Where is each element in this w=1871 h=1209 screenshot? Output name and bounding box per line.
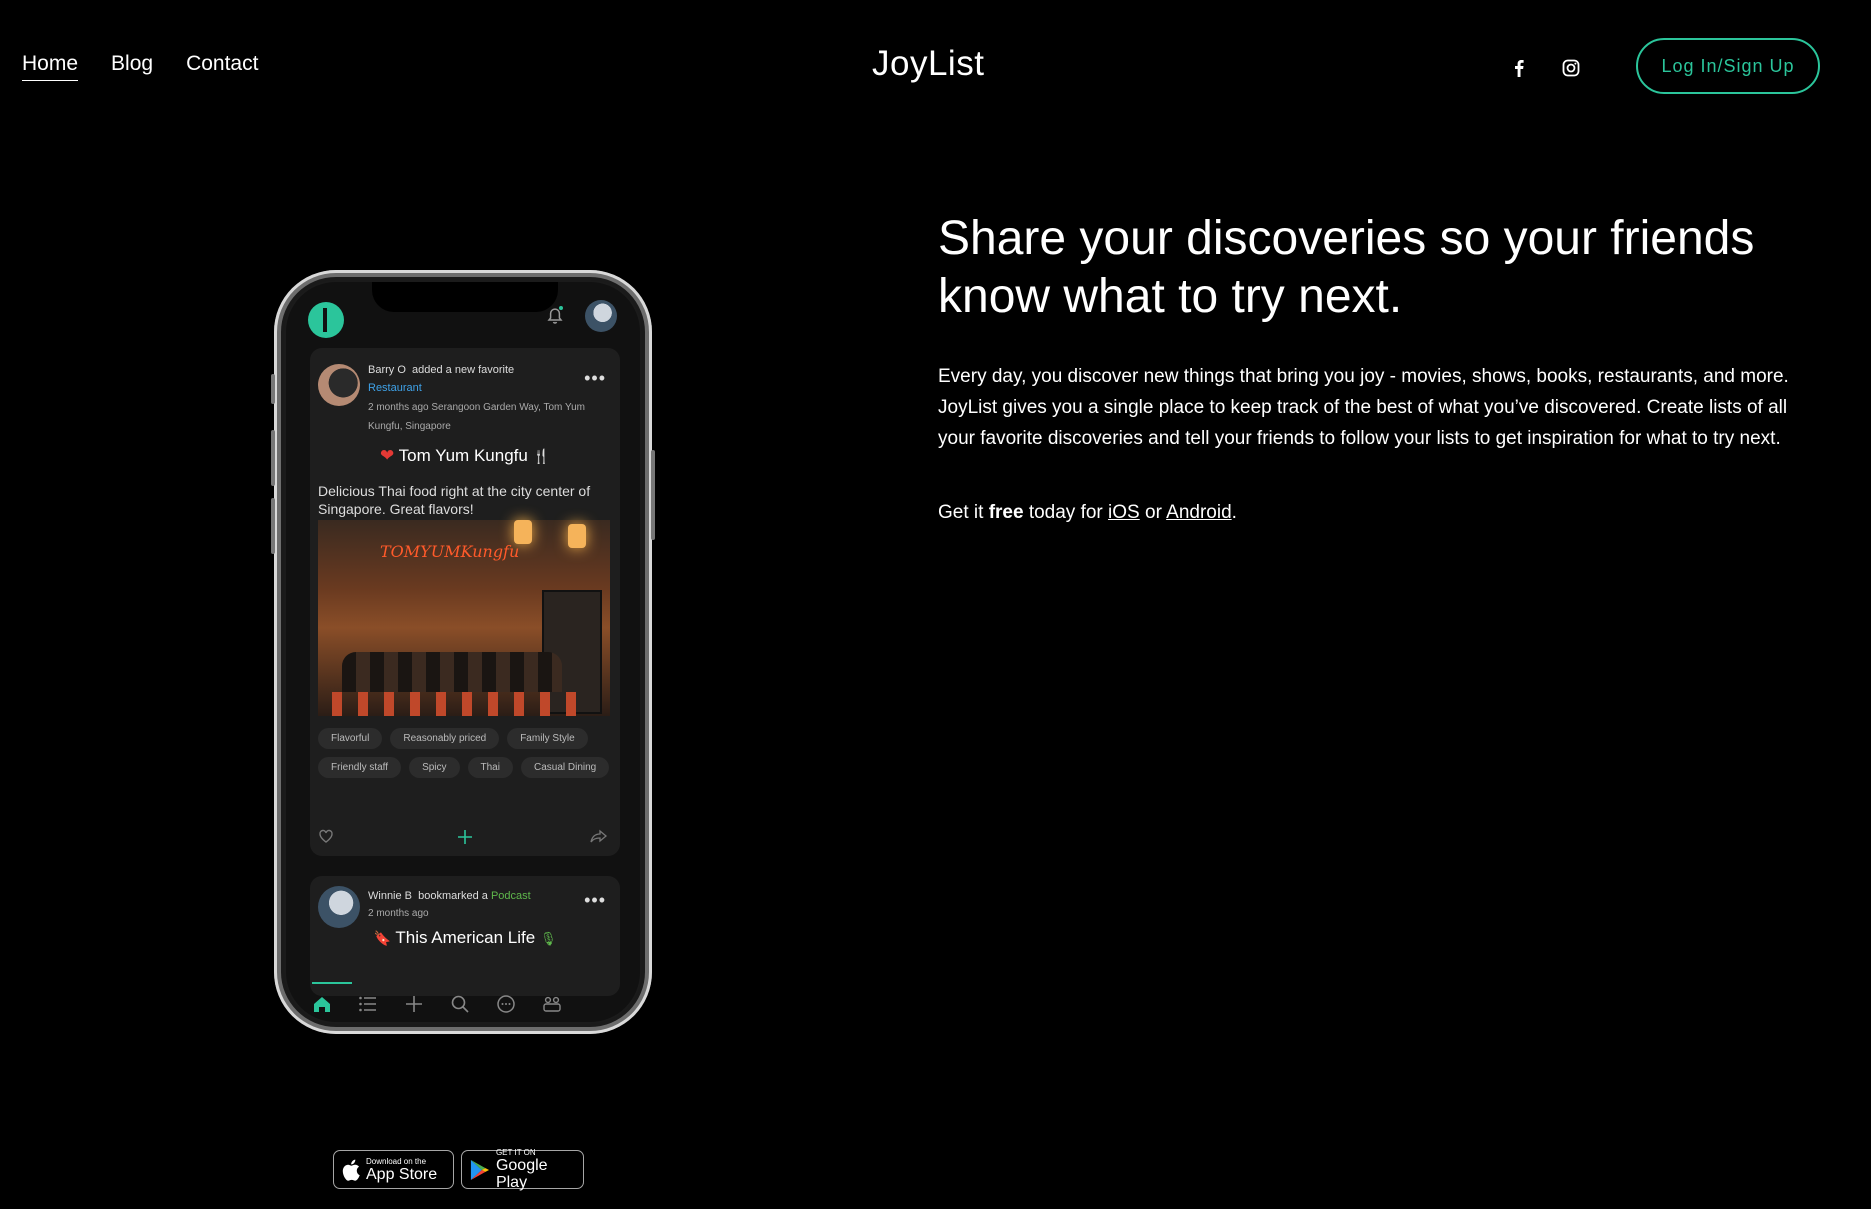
- lantern-shape: [514, 520, 532, 544]
- site-logo[interactable]: JoyList: [872, 44, 984, 84]
- feed-post-podcast: Winnie B bookmarked a Podcast 2 months a…: [310, 876, 620, 996]
- ios-link[interactable]: iOS: [1108, 502, 1140, 523]
- tag: Reasonably priced: [390, 728, 500, 749]
- apple-icon: [342, 1159, 360, 1181]
- login-signup-button[interactable]: Log In/Sign Up: [1636, 38, 1820, 94]
- joylist-app-logo-icon: [308, 302, 344, 338]
- nav-contact[interactable]: Contact: [186, 52, 258, 81]
- app-tab-bar: [286, 986, 640, 1022]
- cta-prefix: Get it: [938, 502, 989, 523]
- list-icon: [359, 996, 376, 1012]
- post-category-label: Podcast: [490, 890, 531, 902]
- feed-post-restaurant: Barry O added a new favorite Restaurant …: [310, 348, 620, 856]
- chat-icon: [497, 995, 515, 1013]
- download-cta: Get it free today for iOS or Android.: [938, 502, 1237, 524]
- app-store-badge[interactable]: Download on the App Store: [333, 1150, 454, 1189]
- post-category: Restaurant: [368, 382, 422, 394]
- android-link[interactable]: Android: [1166, 502, 1232, 523]
- post-item-name: Tom Yum Kungfu: [398, 446, 528, 465]
- chairs-shape: [332, 692, 582, 716]
- facebook-icon[interactable]: [1507, 56, 1531, 80]
- share-icon: [590, 829, 608, 843]
- hero-headline: Share your discoveries so your friends k…: [938, 212, 1755, 323]
- post-action: added a new favorite: [412, 364, 515, 376]
- nav-blog[interactable]: Blog: [111, 52, 153, 81]
- cta-end: .: [1231, 502, 1237, 523]
- diners-shape: [342, 652, 562, 692]
- post-item-name: This American Life: [395, 928, 536, 947]
- post-time: 2 months ago: [368, 908, 429, 919]
- post-item-title: ❤ Tom Yum Kungfu 🍴: [310, 446, 620, 466]
- more-options-icon: •••: [584, 368, 606, 388]
- tag-list: Flavorful Reasonably priced Family Style…: [318, 728, 618, 778]
- bell-icon: [544, 304, 566, 331]
- search-icon: [451, 995, 469, 1013]
- google-play-big-text: Google Play: [495, 1157, 548, 1191]
- bookmark-icon: 🔖: [373, 930, 391, 946]
- phone-volume-up: [271, 430, 275, 486]
- nav-home[interactable]: Home: [22, 52, 79, 81]
- post-actions: [310, 826, 620, 848]
- main-nav: Home Blog Contact: [22, 52, 258, 81]
- phone-notch: [372, 282, 558, 312]
- microphone-icon: 🎙: [539, 931, 557, 946]
- phone-power-button: [651, 450, 655, 540]
- cta-or: or: [1139, 502, 1167, 523]
- restaurant-photo: TOMYUMKungfu: [318, 520, 610, 716]
- tag: Thai: [467, 757, 513, 778]
- restaurant-sign: TOMYUMKungfu: [380, 542, 520, 561]
- lantern-shape: [568, 524, 586, 548]
- more-options-icon: •••: [584, 890, 606, 910]
- tag: Spicy: [409, 757, 460, 778]
- post-description: Delicious Thai food right at the city ce…: [318, 483, 591, 517]
- tag: Flavorful: [318, 728, 383, 749]
- google-play-badge[interactable]: GET IT ON Google Play: [461, 1148, 584, 1191]
- post-header: Barry O added a new favorite: [368, 364, 514, 376]
- post-time-location: 2 months ago Serangoon Garden Way, Tom Y…: [368, 402, 585, 432]
- like-icon: [319, 829, 333, 843]
- cta-middle: today for: [1023, 502, 1109, 523]
- tag: Family Style: [507, 728, 588, 749]
- home-icon: [314, 997, 330, 1012]
- phone-mute-switch: [271, 374, 275, 404]
- app-store-small-text: Download on the: [366, 1156, 427, 1166]
- fork-knife-icon: 🍴: [532, 448, 550, 464]
- google-play-icon: [470, 1159, 490, 1180]
- tag: Casual Dining: [520, 757, 610, 778]
- post-username: Barry O: [368, 364, 406, 376]
- instagram-icon[interactable]: [1559, 56, 1583, 80]
- add-icon: [406, 996, 422, 1012]
- user-avatar: [318, 886, 360, 928]
- post-category-label: Restaurant: [368, 382, 422, 394]
- post-username: Winnie B: [368, 890, 413, 902]
- user-avatar: [318, 364, 360, 406]
- phone-screen: Barry O added a new favorite Restaurant …: [286, 282, 640, 1022]
- cta-free: free: [988, 502, 1024, 523]
- phone-mockup: Barry O added a new favorite Restaurant …: [271, 270, 655, 1034]
- post-item-title: 🔖 This American Life 🎙: [310, 928, 620, 948]
- profile-avatar: [585, 300, 617, 332]
- groups-icon: [543, 996, 561, 1012]
- post-header: Winnie B bookmarked a Podcast: [368, 890, 531, 902]
- tag: Friendly staff: [318, 757, 402, 778]
- active-tab-indicator: [312, 982, 352, 984]
- google-play-small-text: GET IT ON: [495, 1148, 536, 1157]
- heart-icon: ❤: [380, 446, 395, 465]
- hero-description: Every day, you discover new things that …: [938, 366, 1789, 449]
- phone-volume-down: [271, 498, 275, 554]
- add-icon: [458, 830, 472, 844]
- post-action: bookmarked a: [418, 890, 488, 902]
- app-store-big-text: App Store: [366, 1165, 438, 1183]
